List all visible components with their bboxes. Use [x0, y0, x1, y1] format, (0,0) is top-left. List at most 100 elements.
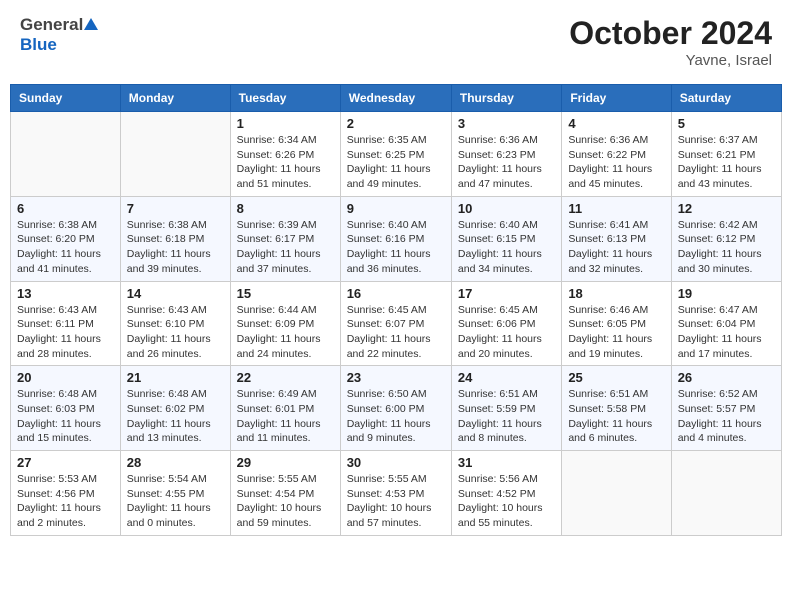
day-number: 25 [568, 370, 664, 385]
day-info: Sunrise: 5:56 AM Sunset: 4:52 PM Dayligh… [458, 472, 555, 531]
logo: General Blue [20, 15, 98, 55]
day-number: 11 [568, 201, 664, 216]
day-info: Sunrise: 6:46 AM Sunset: 6:05 PM Dayligh… [568, 303, 664, 362]
weekday-header-tuesday: Tuesday [230, 85, 340, 112]
calendar-cell: 9Sunrise: 6:40 AM Sunset: 6:16 PM Daylig… [340, 196, 451, 281]
day-number: 1 [237, 116, 334, 131]
day-info: Sunrise: 6:36 AM Sunset: 6:23 PM Dayligh… [458, 133, 555, 192]
calendar-cell: 15 Sunrise: 6:44 AM Sunset: 6:09 PM Dayli… [230, 281, 340, 366]
day-number: 15 [237, 286, 334, 301]
weekday-header-row: SundayMondayTuesdayWednesdayThursdayFrid… [11, 85, 782, 112]
calendar-cell [120, 112, 230, 197]
day-info: Sunrise: 6:48 AM Sunset: 6:02 PM Dayligh… [127, 387, 224, 446]
day-number: 2 [347, 116, 445, 131]
calendar-cell: 29 Sunrise: 5:55 AM Sunset: 4:54 PM Dayli… [230, 451, 340, 536]
day-info: Sunrise: 6:43 AM Sunset: 6:11 PM Dayligh… [17, 303, 114, 362]
calendar-cell: 7Sunrise: 6:38 AM Sunset: 6:18 PM Daylig… [120, 196, 230, 281]
calendar-cell: 13 Sunrise: 6:43 AM Sunset: 6:11 PM Dayli… [11, 281, 121, 366]
day-info: Sunrise: 6:50 AM Sunset: 6:00 PM Dayligh… [347, 387, 445, 446]
calendar-week-row: 27 Sunrise: 5:53 AM Sunset: 4:56 PM Dayli… [11, 451, 782, 536]
day-number: 30 [347, 455, 445, 470]
day-info: Sunrise: 6:41 AM Sunset: 6:13 PM Dayligh… [568, 218, 664, 277]
day-info: Sunrise: 6:45 AM Sunset: 6:06 PM Dayligh… [458, 303, 555, 362]
day-number: 28 [127, 455, 224, 470]
day-info: Sunrise: 5:55 AM Sunset: 4:54 PM Dayligh… [237, 472, 334, 531]
calendar-cell: 19 Sunrise: 6:47 AM Sunset: 6:04 PM Dayli… [671, 281, 781, 366]
day-number: 14 [127, 286, 224, 301]
calendar-cell: 1 Sunrise: 6:34 AM Sunset: 6:26 PM Daylig… [230, 112, 340, 197]
calendar-cell: 16 Sunrise: 6:45 AM Sunset: 6:07 PM Dayli… [340, 281, 451, 366]
day-number: 29 [237, 455, 334, 470]
calendar-cell: 24Sunrise: 6:51 AM Sunset: 5:59 PM Dayli… [451, 366, 561, 451]
day-number: 16 [347, 286, 445, 301]
day-info: Sunrise: 6:37 AM Sunset: 6:21 PM Dayligh… [678, 133, 775, 192]
day-number: 8 [237, 201, 334, 216]
day-number: 5 [678, 116, 775, 131]
day-number: 17 [458, 286, 555, 301]
calendar-cell: 31 Sunrise: 5:56 AM Sunset: 4:52 PM Dayli… [451, 451, 561, 536]
day-info: Sunrise: 6:34 AM Sunset: 6:26 PM Dayligh… [237, 133, 334, 192]
calendar-cell: 27 Sunrise: 5:53 AM Sunset: 4:56 PM Dayli… [11, 451, 121, 536]
day-number: 31 [458, 455, 555, 470]
calendar-cell [671, 451, 781, 536]
day-number: 23 [347, 370, 445, 385]
day-number: 9 [347, 201, 445, 216]
day-info: Sunrise: 6:49 AM Sunset: 6:01 PM Dayligh… [237, 387, 334, 446]
calendar-table: SundayMondayTuesdayWednesdayThursdayFrid… [10, 84, 782, 536]
day-number: 6 [17, 201, 114, 216]
calendar-cell: 8 Sunrise: 6:39 AM Sunset: 6:17 PM Daylig… [230, 196, 340, 281]
day-info: Sunrise: 6:39 AM Sunset: 6:17 PM Dayligh… [237, 218, 334, 277]
day-info: Sunrise: 5:53 AM Sunset: 4:56 PM Dayligh… [17, 472, 114, 531]
calendar-cell [11, 112, 121, 197]
calendar-cell: 25 Sunrise: 6:51 AM Sunset: 5:58 PM Dayli… [562, 366, 671, 451]
calendar-cell: 12Sunrise: 6:42 AM Sunset: 6:12 PM Dayli… [671, 196, 781, 281]
weekday-header-wednesday: Wednesday [340, 85, 451, 112]
weekday-header-saturday: Saturday [671, 85, 781, 112]
day-number: 20 [17, 370, 114, 385]
calendar-cell [562, 451, 671, 536]
day-number: 19 [678, 286, 775, 301]
day-info: Sunrise: 6:48 AM Sunset: 6:03 PM Dayligh… [17, 387, 114, 446]
day-number: 4 [568, 116, 664, 131]
day-number: 12 [678, 201, 775, 216]
logo-general-text: General [20, 15, 83, 35]
day-info: Sunrise: 6:52 AM Sunset: 5:57 PM Dayligh… [678, 387, 775, 446]
day-info: Sunrise: 6:51 AM Sunset: 5:58 PM Dayligh… [568, 387, 664, 446]
day-number: 26 [678, 370, 775, 385]
day-info: Sunrise: 6:47 AM Sunset: 6:04 PM Dayligh… [678, 303, 775, 362]
title-area: October 2024 Yavne, Israel [569, 15, 772, 69]
calendar-week-row: 13 Sunrise: 6:43 AM Sunset: 6:11 PM Dayli… [11, 281, 782, 366]
calendar-cell: 21Sunrise: 6:48 AM Sunset: 6:02 PM Dayli… [120, 366, 230, 451]
calendar-week-row: 1 Sunrise: 6:34 AM Sunset: 6:26 PM Daylig… [11, 112, 782, 197]
weekday-header-thursday: Thursday [451, 85, 561, 112]
day-number: 18 [568, 286, 664, 301]
calendar-cell: 4 Sunrise: 6:36 AM Sunset: 6:22 PM Daylig… [562, 112, 671, 197]
day-number: 13 [17, 286, 114, 301]
logo-blue-text: Blue [20, 35, 57, 55]
day-info: Sunrise: 5:55 AM Sunset: 4:53 PM Dayligh… [347, 472, 445, 531]
day-number: 3 [458, 116, 555, 131]
calendar-cell: 20 Sunrise: 6:48 AM Sunset: 6:03 PM Dayli… [11, 366, 121, 451]
calendar-cell: 10Sunrise: 6:40 AM Sunset: 6:15 PM Dayli… [451, 196, 561, 281]
calendar-cell: 22 Sunrise: 6:49 AM Sunset: 6:01 PM Dayli… [230, 366, 340, 451]
day-info: Sunrise: 6:44 AM Sunset: 6:09 PM Dayligh… [237, 303, 334, 362]
day-info: Sunrise: 6:36 AM Sunset: 6:22 PM Dayligh… [568, 133, 664, 192]
calendar-week-row: 20 Sunrise: 6:48 AM Sunset: 6:03 PM Dayli… [11, 366, 782, 451]
day-number: 10 [458, 201, 555, 216]
day-info: Sunrise: 6:43 AM Sunset: 6:10 PM Dayligh… [127, 303, 224, 362]
day-number: 27 [17, 455, 114, 470]
calendar-cell: 6 Sunrise: 6:38 AM Sunset: 6:20 PM Daylig… [11, 196, 121, 281]
weekday-header-monday: Monday [120, 85, 230, 112]
weekday-header-friday: Friday [562, 85, 671, 112]
calendar-cell: 26 Sunrise: 6:52 AM Sunset: 5:57 PM Dayli… [671, 366, 781, 451]
calendar-cell: 11 Sunrise: 6:41 AM Sunset: 6:13 PM Dayli… [562, 196, 671, 281]
page-header: General Blue October 2024 Yavne, Israel [10, 10, 782, 74]
calendar-cell: 30 Sunrise: 5:55 AM Sunset: 4:53 PM Dayli… [340, 451, 451, 536]
day-info: Sunrise: 6:45 AM Sunset: 6:07 PM Dayligh… [347, 303, 445, 362]
day-info: Sunrise: 6:38 AM Sunset: 6:20 PM Dayligh… [17, 218, 114, 277]
calendar-week-row: 6 Sunrise: 6:38 AM Sunset: 6:20 PM Daylig… [11, 196, 782, 281]
day-info: Sunrise: 6:51 AM Sunset: 5:59 PM Dayligh… [458, 387, 555, 446]
day-number: 22 [237, 370, 334, 385]
calendar-cell: 28Sunrise: 5:54 AM Sunset: 4:55 PM Dayli… [120, 451, 230, 536]
day-info: Sunrise: 6:35 AM Sunset: 6:25 PM Dayligh… [347, 133, 445, 192]
